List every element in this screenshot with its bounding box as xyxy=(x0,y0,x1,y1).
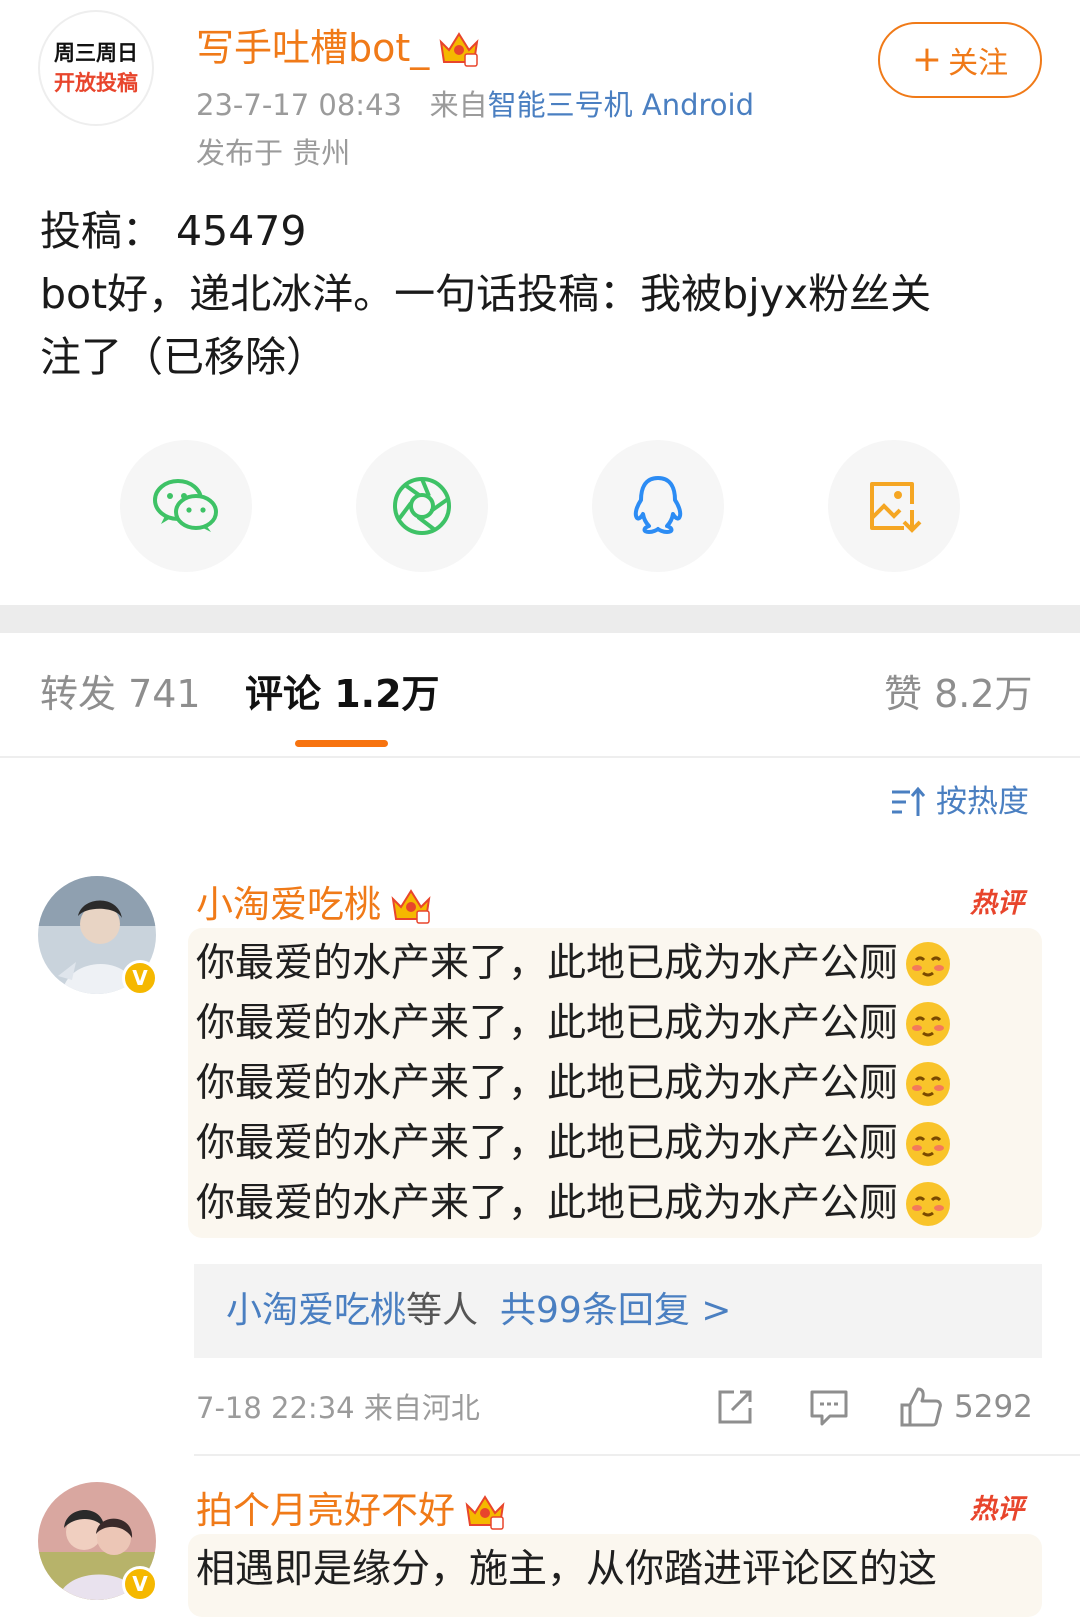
plus-icon: + xyxy=(911,39,943,80)
avatar-text-line1: 周三周日 xyxy=(54,41,138,65)
share-comment-button[interactable] xyxy=(714,1384,756,1430)
blush-emoji-icon xyxy=(906,1002,951,1046)
share-icon xyxy=(718,1390,752,1424)
author-name[interactable]: 写手吐槽bot_ xyxy=(196,24,429,72)
post-meta: 23-7-17 08:43 来自智能三号机 Android xyxy=(196,84,754,126)
reply-author: 小淘爱吃桃 xyxy=(226,1290,407,1331)
moments-icon xyxy=(393,477,451,535)
tab-repost[interactable]: 转发 741 xyxy=(40,668,201,720)
sort-icon xyxy=(892,786,926,816)
post-time: 23-7-17 08:43 xyxy=(196,88,402,122)
comment-line: 相遇即是缘分，施主，从你踏进评论区的这 xyxy=(196,1540,937,1600)
follow-label: 关注 xyxy=(948,46,1009,81)
comment-text: 你最爱的水产来了，此地已成为水产公厕 xyxy=(196,1181,899,1226)
comment-author-row[interactable]: 拍个月亮好不好 xyxy=(196,1486,507,1536)
post-body: 投稿： 45479 bot好，递北冰洋。一句话投稿：我被bjyx粉丝关 注了（已… xyxy=(40,200,1040,389)
share-qq-button[interactable] xyxy=(592,440,724,572)
reply-count: 共99条回复 > xyxy=(500,1290,732,1331)
blush-emoji-icon xyxy=(906,1122,951,1166)
comment-author-row[interactable]: 小淘爱吃桃 xyxy=(196,880,433,930)
save-image-button[interactable] xyxy=(828,440,960,572)
comment-text: 你最爱的水产来了，此地已成为水产公厕 xyxy=(196,941,899,986)
sort-by-hot-button[interactable]: 按热度 xyxy=(890,780,1029,824)
verified-badge: V xyxy=(122,960,158,996)
avatar-text-line2: 开放投稿 xyxy=(54,71,138,95)
tabs-divider xyxy=(0,756,1080,758)
comment-meta: 7-18 22:34 来自河北 xyxy=(196,1391,480,1425)
member-crown-icon xyxy=(391,889,431,924)
author-name-row[interactable]: 写手吐槽bot_ xyxy=(196,24,481,72)
comment-author[interactable]: 小淘爱吃桃 xyxy=(196,880,381,930)
save-image-icon xyxy=(870,482,922,533)
follow-button[interactable]: + 关注 xyxy=(878,22,1042,98)
member-crown-icon xyxy=(465,1495,505,1530)
comment-line: 你最爱的水产来了，此地已成为水产公厕 xyxy=(196,1174,952,1234)
active-tab-indicator xyxy=(295,740,388,747)
comment-line: 你最爱的水产来了，此地已成为水产公厕 xyxy=(196,934,952,994)
share-moments-button[interactable] xyxy=(356,440,488,572)
like-count: 5292 xyxy=(954,1389,1033,1425)
comment-line: 你最爱的水产来了，此地已成为水产公厕 xyxy=(196,1054,952,1114)
blush-emoji-icon xyxy=(906,1062,951,1106)
hot-comment-badge: 热评 xyxy=(970,1494,1024,1525)
tab-likes[interactable]: 赞 8.2万 xyxy=(884,668,1033,720)
qq-icon xyxy=(633,476,683,534)
like-comment-button[interactable]: 5292 xyxy=(898,1384,1033,1430)
blush-emoji-icon xyxy=(906,1182,951,1226)
comment-text: 你最爱的水产来了，此地已成为水产公厕 xyxy=(196,1121,899,1166)
member-crown-icon xyxy=(439,32,479,67)
verified-badge: V xyxy=(122,1566,158,1602)
comment-text: 你最爱的水产来了，此地已成为水产公厕 xyxy=(196,1001,899,1046)
comment-text: 你最爱的水产来了，此地已成为水产公厕 xyxy=(196,1061,899,1106)
post-location: 发布于 贵州 xyxy=(196,136,351,170)
blush-emoji-icon xyxy=(906,942,951,986)
post-text-line: bot好，递北冰洋。一句话投稿：我被bjyx粉丝关 xyxy=(40,270,932,318)
comment-icon xyxy=(810,1390,848,1426)
share-wechat-button[interactable] xyxy=(120,440,252,572)
thumbs-up-icon xyxy=(900,1387,942,1427)
section-separator xyxy=(0,605,1080,633)
comment-divider xyxy=(194,1454,1080,1456)
hot-comment-badge: 热评 xyxy=(970,888,1024,919)
sort-label: 按热度 xyxy=(936,784,1029,820)
post-source-link[interactable]: 智能三号机 Android xyxy=(488,88,754,122)
tab-comments[interactable]: 评论 1.2万 xyxy=(245,668,440,720)
comment-text: 相遇即是缘分，施主，从你踏进评论区的这 xyxy=(196,1547,938,1592)
post-text-line: 投稿： 45479 xyxy=(40,207,307,255)
post-text-line: 注了（已移除） xyxy=(40,333,327,381)
comment-line: 你最爱的水产来了，此地已成为水产公厕 xyxy=(196,1114,952,1174)
reply-comment-button[interactable] xyxy=(808,1384,850,1430)
view-replies-button[interactable]: 小淘爱吃桃等人 共99条回复 > xyxy=(194,1264,1042,1358)
author-avatar[interactable]: 周三周日 开放投稿 xyxy=(38,10,154,126)
comment-author[interactable]: 拍个月亮好不好 xyxy=(196,1486,455,1536)
comment-line: 你最爱的水产来了，此地已成为水产公厕 xyxy=(196,994,952,1054)
post-source-prefix: 来自 xyxy=(429,88,488,122)
reply-etc: 等人 xyxy=(406,1290,479,1331)
wechat-icon xyxy=(153,479,218,532)
